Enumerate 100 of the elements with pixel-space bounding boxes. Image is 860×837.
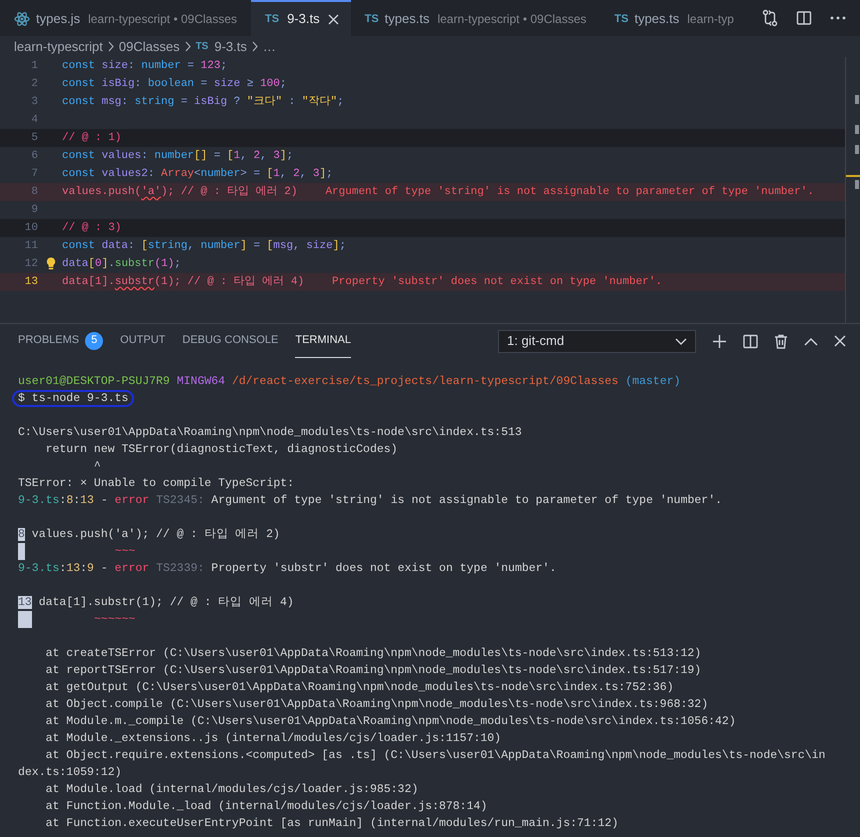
line-number: 13 — [18, 596, 32, 609]
close-icon — [328, 14, 339, 24]
code-line: values.push('a'); // @ : 타입 에러 2) — [62, 184, 298, 200]
terminal-text: - — [100, 494, 109, 507]
panel-tab[interactable]: DEBUG CONSOLE — [182, 324, 278, 358]
compare-changes-icon[interactable] — [762, 9, 778, 27]
gutter-cell — [18, 543, 25, 560]
terminal-text: error — [114, 562, 150, 575]
editor-tab[interactable]: TS 9-3.ts — [251, 0, 351, 36]
code-line: const size: number = 123; — [62, 58, 228, 74]
editor-tab[interactable]: types.js learn-typescript • 09Classes — [0, 0, 252, 36]
line-number: 3 — [30, 94, 38, 110]
error-squiggle: ~~~ — [114, 545, 136, 558]
chevron-right-icon — [106, 41, 115, 52]
terminal-text: dex.ts:1059:12) — [18, 766, 122, 779]
terminal-text: at Module.m._compile (C:\Users\user01\AppData\Roaming\npm\node_modules\ts-node\src\index.ts:1056:42) — [44, 715, 736, 728]
terminal-text: ^ — [92, 460, 101, 473]
terminal-text: return new TSError(diagnosticText, diagnosticCodes) — [44, 443, 398, 456]
terminal-text: : — [59, 562, 66, 575]
code-line: data[1].substr(1); // @ : 타입 에러 4) — [62, 274, 304, 290]
count-badge: 5 — [85, 332, 104, 350]
terminal-text: values.push('a'); // @ : 타입 에러 2) — [30, 528, 280, 541]
code-line: data[0].substr(1); — [62, 256, 181, 272]
trash-icon[interactable] — [774, 334, 788, 348]
ts-file-icon: TS — [196, 39, 208, 54]
terminal-text: - — [100, 562, 109, 575]
terminal-text: at Module.load (internal/modules/cjs/loader.js:985:32) — [44, 783, 418, 796]
error-squiggle: ~~~~~~ — [92, 613, 136, 626]
line-number: 2 — [30, 76, 38, 92]
overview-ruler[interactable] — [845, 57, 860, 323]
terminal-text: : — [73, 494, 80, 507]
code-line: // @ : 1) — [62, 130, 122, 146]
editor-tab[interactable]: TS types.ts learn-typescript • 09Classes — [350, 0, 600, 36]
terminal-text: at reportTSError (C:\Users\user01\AppData\Roaming\npm\node_modules\ts-node\src\index.ts:517:19) — [44, 664, 702, 677]
code-line: const isBig: boolean = size ≥ 100; — [62, 76, 286, 92]
ts-file-icon: TS — [614, 10, 628, 28]
code-line: const data: [string, number] = [msg, size]; — [62, 238, 346, 254]
terminal-text: (master) — [625, 375, 681, 388]
terminal-text: TSError: × Unable to compile TypeScript: — [18, 477, 294, 490]
terminal-text: Argument of type 'string' is not assignable to parameter of type 'number'. — [210, 494, 722, 507]
chevron-right-icon — [250, 41, 259, 52]
line-number: 5 — [30, 130, 38, 146]
terminal-text: 9-3.ts — [18, 494, 60, 507]
plus-icon[interactable] — [712, 334, 727, 348]
terminal-select[interactable]: 1: git-cmd — [498, 330, 696, 352]
breadcrumb-item[interactable]: 09Classes — [118, 36, 180, 56]
close-icon[interactable] — [834, 335, 846, 347]
panel-tab[interactable]: PROBLEMS 5 — [18, 324, 104, 358]
breadcrumb-item[interactable]: … — [262, 36, 276, 56]
line-number: 13 — [24, 274, 38, 290]
code-line: const values2: Array<number> = [1, 2, 3]; — [62, 166, 333, 182]
terminal-text: MINGW64 — [176, 375, 226, 388]
terminal-text: 13 — [80, 494, 94, 507]
line-number: 10 — [24, 220, 38, 236]
line-number: 9 — [30, 202, 38, 218]
breadcrumb-item[interactable]: learn-typescript — [14, 36, 103, 56]
terminal-text: at createTSError (C:\Users\user01\AppData\Roaming\npm\node_modules\ts-node\src\index.ts:513:12) — [44, 647, 702, 660]
split-editor-icon[interactable] — [796, 10, 812, 26]
terminal-text: user01@DESKTOP-PSUJ7R9 — [18, 375, 171, 388]
code-line: const values: number[] = [1, 2, 3]; — [62, 148, 294, 164]
line-number: 7 — [30, 166, 38, 182]
terminal-text: error — [114, 494, 150, 507]
code-line: const msg: string = isBig ? "크다" : "작다"; — [62, 94, 344, 110]
split-terminal-icon[interactable] — [743, 334, 758, 348]
code-line: // @ : 3) — [62, 220, 122, 236]
terminal-text: data[1].substr(1); // @ : 타입 에러 4) — [38, 596, 294, 609]
terminal-text: at Function.executeUserEntryPoint [as runMain] (internal/modules/run_main.js:71:12) — [44, 817, 618, 830]
chevron-up-icon[interactable] — [804, 336, 818, 346]
terminal-text: /d/react-exercise/ts_projects/learn-typescript/09Classes — [232, 375, 620, 388]
terminal-text: at Function.Module._load (internal/modules/cjs/loader.js:878:14) — [44, 800, 488, 813]
chevron-down-icon — [675, 338, 687, 344]
terminal-text: : — [59, 494, 66, 507]
line-number: 8 — [30, 184, 38, 200]
terminal-text: at getOutput (C:\Users\user01\AppData\Roaming\npm\node_modules\ts-node\src\index.ts:752:36) — [44, 681, 674, 694]
line-number: 6 — [30, 148, 38, 164]
atom-icon — [14, 11, 30, 27]
terminal-text: 8 — [66, 494, 74, 507]
panel-tab[interactable]: TERMINAL — [295, 324, 351, 358]
line-number: 11 — [24, 238, 38, 254]
inline-error-message: Argument of type 'string' is not assignable to parameter of type 'number'. — [325, 184, 814, 200]
ts-file-icon: TS — [265, 10, 280, 28]
line-number: 1 — [30, 58, 38, 74]
terminal-text: 13 — [66, 562, 80, 575]
inline-error-message: Property 'substr' does not exist on type 'number'. — [332, 274, 662, 290]
terminal-text: TS2345: — [156, 494, 204, 507]
breadcrumb-item[interactable]: 9-3.ts — [214, 36, 247, 56]
terminal-text: at Object.require.extensions.<computed> [as .ts] (C:\Users\user01\AppData\Roaming\npm\node_modules\ts-node\src\in — [44, 749, 826, 762]
line-number: 12 — [24, 256, 38, 272]
panel-tab[interactable]: OUTPUT — [120, 324, 166, 358]
terminal-text: 9-3.ts — [18, 562, 60, 575]
terminal-text: : — [80, 562, 88, 575]
terminal-text: at Object.compile (C:\Users\user01\AppData\Roaming\npm\node_modules\ts-node\src\index.ts:968:32) — [44, 698, 708, 711]
terminal-text: C:\Users\user01\AppData\Roaming\npm\node_modules\ts-node\src\index.ts:513 — [18, 426, 522, 439]
terminal-text: TS2339: — [156, 562, 204, 575]
editor-tab[interactable]: TS types.ts learn-typ — [600, 0, 748, 36]
ts-file-icon: TS — [364, 10, 379, 28]
more-icon[interactable] — [830, 16, 846, 20]
line-number: 4 — [30, 112, 38, 128]
line-number: 8 — [18, 528, 25, 541]
chevron-right-icon — [184, 41, 192, 52]
